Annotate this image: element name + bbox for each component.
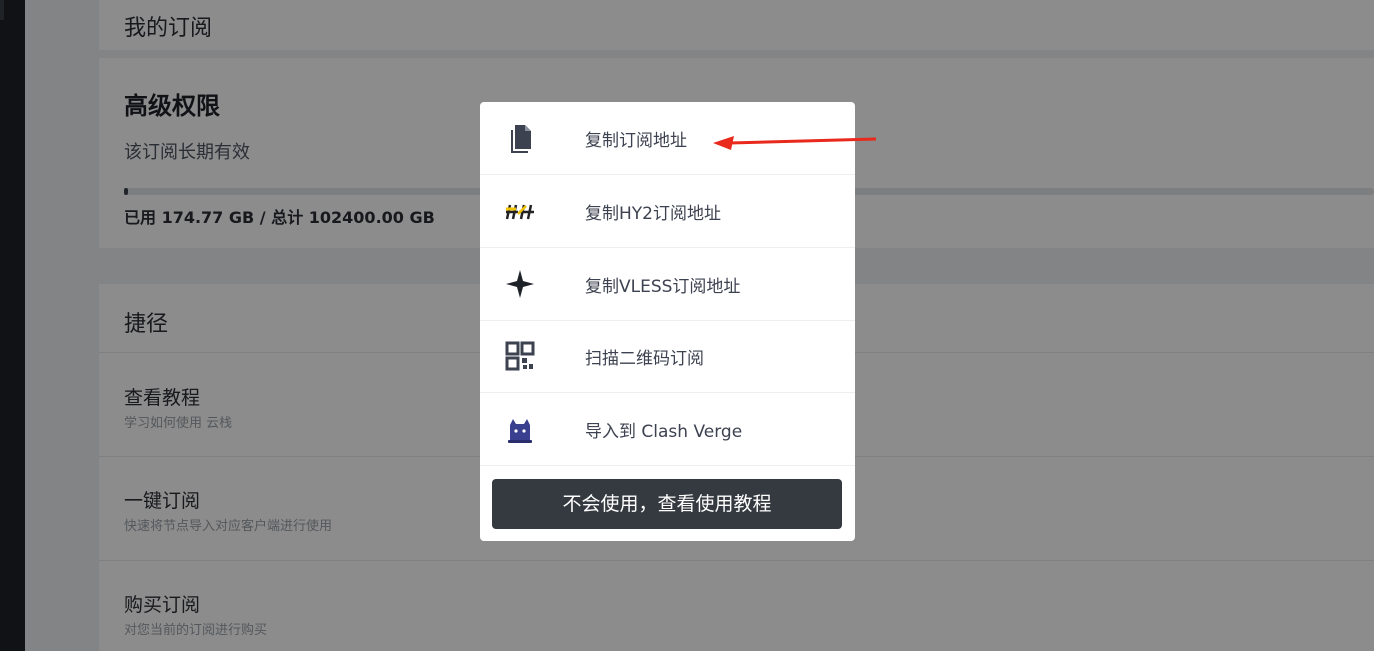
vless-star-icon [506, 270, 534, 298]
subscribe-modal: 复制订阅地址 复制HY2订阅地址 复制VLESS订阅地址 扫描二维码订阅 导入到… [480, 102, 855, 541]
import-clash-verge-item[interactable]: 导入到 Clash Verge [480, 393, 855, 466]
scan-qr-subscription-item[interactable]: 扫描二维码订阅 [480, 320, 855, 393]
clash-cat-icon [508, 419, 532, 443]
copy-hy2-subscription-item[interactable]: 复制HY2订阅地址 [480, 175, 855, 248]
import-clash-verge-label: 导入到 Clash Verge [585, 422, 743, 442]
copy-vless-subscription-item[interactable]: 复制VLESS订阅地址 [480, 248, 855, 321]
scan-qr-subscription-label: 扫描二维码订阅 [585, 349, 704, 369]
view-tutorial-button[interactable]: 不会使用，查看使用教程 [492, 479, 842, 529]
copy-icon [511, 125, 531, 153]
hysteria2-icon [505, 204, 534, 220]
qr-code-icon [505, 341, 535, 371]
copy-vless-subscription-label: 复制VLESS订阅地址 [585, 277, 741, 297]
copy-subscription-label: 复制订阅地址 [585, 131, 687, 151]
copy-hy2-subscription-label: 复制HY2订阅地址 [585, 204, 721, 224]
copy-subscription-item[interactable]: 复制订阅地址 [480, 102, 855, 175]
